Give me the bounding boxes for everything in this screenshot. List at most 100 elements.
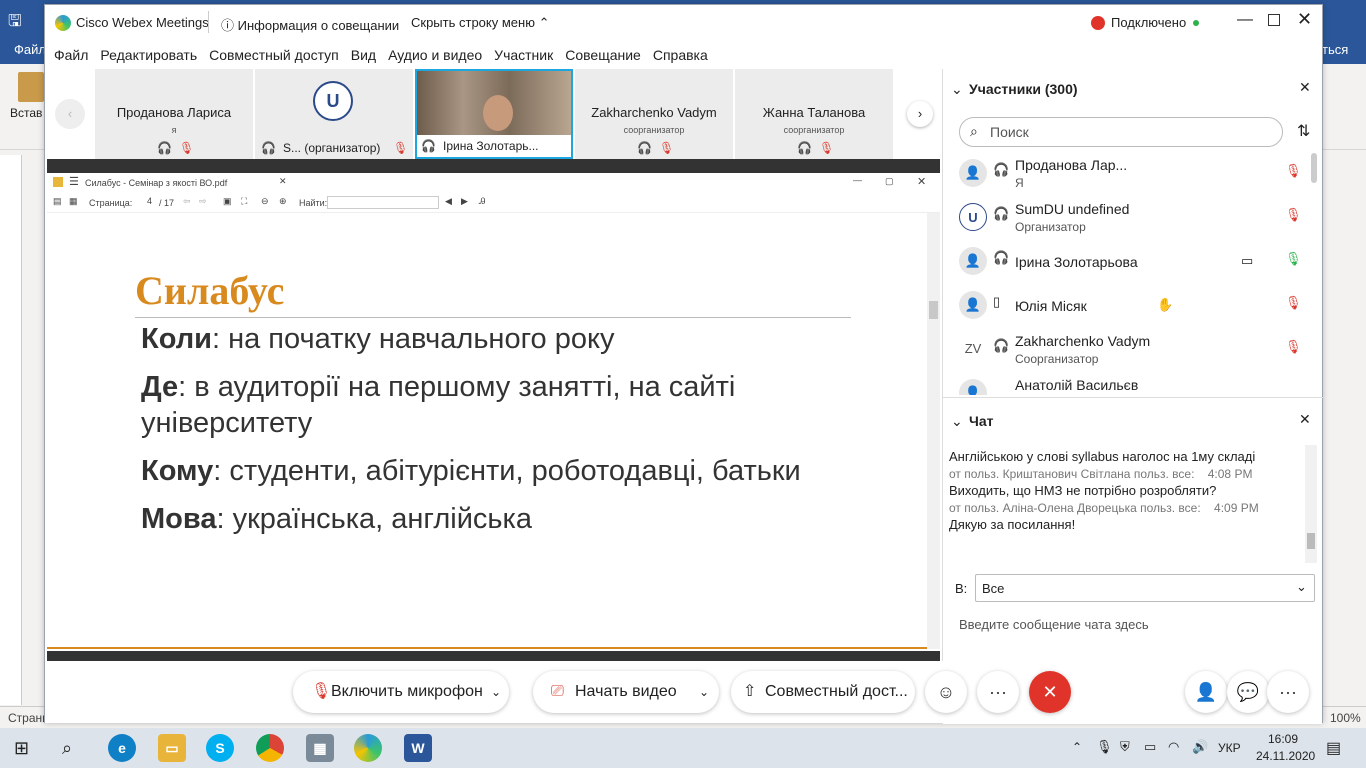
text-options-icon[interactable]: Ꭿ [479, 196, 486, 207]
find-next-icon[interactable]: ▶ [461, 196, 468, 207]
menu-view[interactable]: Вид [345, 41, 382, 69]
print-icon[interactable]: ▦ [69, 196, 78, 207]
chrome-icon[interactable] [256, 734, 284, 762]
page-input[interactable]: 4 [133, 196, 155, 209]
skype-icon[interactable]: S [206, 734, 234, 762]
collapse-chevron-icon[interactable]: ⌄ [951, 413, 963, 430]
tray-date[interactable]: 24.11.2020 [1256, 749, 1315, 763]
status-page: Страни [8, 711, 49, 725]
reactions-button[interactable]: ☺ [925, 671, 967, 713]
more-options-button[interactable]: ··· [977, 671, 1019, 713]
thumbnail-talanova[interactable]: Жанна Таланова соорганизатор 🎧 🎙 [735, 69, 893, 159]
minimize-icon[interactable]: — [1237, 11, 1253, 29]
collapse-chevron-icon[interactable]: ⌄ [951, 81, 963, 98]
thumbnail-sumdu[interactable]: U 🎧 S... (организатор) 🎙 [255, 69, 413, 159]
menu-meeting[interactable]: Совещание [559, 41, 647, 69]
chat-scroll-thumb[interactable] [1307, 533, 1315, 549]
tray-time[interactable]: 16:09 [1268, 732, 1298, 746]
chevron-down-icon[interactable]: ⌄ [699, 671, 709, 713]
more-panels-button[interactable]: ··· [1267, 671, 1309, 713]
close-participants-icon[interactable]: ✕ [1299, 79, 1311, 96]
file-explorer-icon[interactable]: ▭ [158, 734, 186, 762]
mic-muted-icon[interactable]: 🎙 [1285, 207, 1302, 223]
menu-file[interactable]: Файл [48, 41, 94, 69]
webex-taskbar-icon[interactable] [354, 734, 382, 762]
unmute-button[interactable]: 🎙 Включить микрофон ⌄ [293, 671, 509, 713]
menu-help[interactable]: Справка [647, 41, 714, 69]
menu-share[interactable]: Совместный доступ [203, 41, 345, 69]
tray-language[interactable]: УКР [1218, 741, 1241, 755]
chat-scrollbar[interactable] [1305, 445, 1317, 563]
participant-row[interactable]: 👤 🎧 Проданова Лар... Я 🎙 [943, 153, 1308, 197]
thumbnail-prodanova[interactable]: Проданова Лариса я 🎧 🎙 [95, 69, 253, 159]
chat-input[interactable]: Введите сообщение чата здесь [953, 609, 1315, 659]
meeting-info-button[interactable]: ⓘ Информация о совещании [221, 15, 399, 34]
mic-muted-icon[interactable]: 🎙 [1285, 295, 1302, 311]
mic-muted-icon[interactable]: 🎙 [1285, 339, 1302, 355]
participants-panel-button[interactable]: 👤 [1185, 671, 1227, 713]
tray-mic-icon[interactable]: 🎙 [1096, 739, 1113, 755]
start-video-button[interactable]: ⎚ Начать видео ⌄ [533, 671, 719, 713]
save-icon[interactable]: 🖫 [8, 10, 22, 37]
pdf-minimize-icon[interactable]: — [853, 175, 862, 185]
word-icon[interactable]: W [404, 734, 432, 762]
scroll-right-icon[interactable]: › [907, 101, 933, 127]
search-icon[interactable]: ⌕ [62, 738, 72, 759]
close-chat-icon[interactable]: ✕ [1299, 411, 1311, 428]
menu-audio-video[interactable]: Аудио и видео [382, 41, 488, 69]
zoom-level[interactable]: 100% [1330, 711, 1361, 725]
fit-width-icon[interactable]: ⛶ [241, 196, 247, 207]
sort-icon[interactable]: ⇅ [1297, 121, 1310, 141]
participant-row[interactable]: 👤 Анатолій Васильєв [943, 373, 1308, 395]
pdf-scrollbar[interactable] [927, 213, 940, 649]
participant-row[interactable]: U 🎧 SumDU undefined Организатор 🎙 [943, 197, 1308, 241]
calculator-icon[interactable]: ▦ [306, 734, 334, 762]
notifications-icon[interactable]: ▤ [1326, 738, 1341, 758]
share-button[interactable]: ⇧ Совместный дост... [731, 671, 915, 713]
tray-chevron-icon[interactable]: ⌃ [1072, 740, 1082, 754]
chat-recipient-select[interactable]: Все ⌄ [975, 574, 1315, 602]
mic-active-icon[interactable]: 🎙 [1285, 251, 1302, 267]
thumbnail-zakharchenko[interactable]: Zakharchenko Vadym соорганизатор 🎧 🎙 [575, 69, 733, 159]
participant-row[interactable]: 👤 ▯ Юлія Місяк ✋ 🎙 [943, 285, 1308, 329]
fit-page-icon[interactable]: ▣ [223, 196, 232, 207]
menu-edit[interactable]: Редактировать [94, 41, 203, 69]
maximize-icon[interactable] [1268, 14, 1280, 26]
leave-meeting-button[interactable]: ✕ [1029, 671, 1071, 713]
hide-menu-button[interactable]: Скрыть строку меню ⌃ [411, 15, 549, 31]
participant-row[interactable]: ZV 🎧 Zakharchenko Vadym Соорганизатор 🎙 [943, 329, 1308, 373]
participant-search-input[interactable]: ⌕ Поиск [959, 117, 1283, 147]
scroll-thumb[interactable] [929, 301, 938, 319]
close-window-icon[interactable]: ✕ [1297, 9, 1312, 30]
back-arrow-icon[interactable]: ⇦ [183, 196, 191, 207]
phone-icon: ▯ [993, 294, 1001, 309]
find-input[interactable] [327, 196, 439, 209]
find-prev-icon[interactable]: ◀ [445, 196, 452, 207]
mic-muted-icon[interactable]: 🎙 [1285, 163, 1302, 179]
word-menu-file[interactable]: Файл [14, 42, 46, 57]
pdf-tab-close-icon[interactable]: ✕ [279, 176, 287, 187]
zoom-in-icon[interactable]: ⊕ [279, 196, 287, 207]
tray-security-icon[interactable]: ⛨ [1120, 739, 1130, 755]
meeting-control-bar: 🎙 Включить микрофон ⌄ ⎚ Начать видео ⌄ ⇧… [45, 661, 1322, 723]
scroll-left-icon[interactable]: ‹ [55, 99, 85, 129]
word-menu-tail[interactable]: ться [1322, 42, 1348, 57]
participants-scroll-thumb[interactable] [1311, 153, 1317, 183]
paste-label[interactable]: Встав [10, 106, 42, 120]
participant-row[interactable]: 👤 🎧 Ірина Золотарьова ▭ 🎙 [943, 241, 1308, 285]
zoom-out-icon[interactable]: ⊖ [261, 196, 269, 207]
tray-volume-icon[interactable]: 🔊 [1192, 739, 1208, 755]
forward-arrow-icon[interactable]: ⇨ [199, 196, 207, 207]
edge-icon[interactable]: e [108, 734, 136, 762]
tray-battery-icon[interactable]: ▭ [1144, 739, 1156, 755]
hamburger-icon[interactable]: ☰ [69, 175, 79, 188]
menu-participant[interactable]: Участник [488, 41, 559, 69]
chevron-down-icon[interactable]: ⌄ [491, 671, 501, 713]
pdf-maximize-icon[interactable]: ▢ [885, 176, 894, 187]
thumbnail-zolotarova[interactable]: 🎧 Ірина Золотарь... [415, 69, 573, 159]
windows-start-icon[interactable]: ⊞ [14, 738, 29, 759]
chat-panel-button[interactable]: 💬 [1227, 671, 1269, 713]
open-icon[interactable]: ▤ [53, 196, 62, 207]
tray-wifi-icon[interactable]: ◠ [1168, 739, 1179, 755]
pdf-close-icon[interactable]: ✕ [917, 175, 926, 188]
